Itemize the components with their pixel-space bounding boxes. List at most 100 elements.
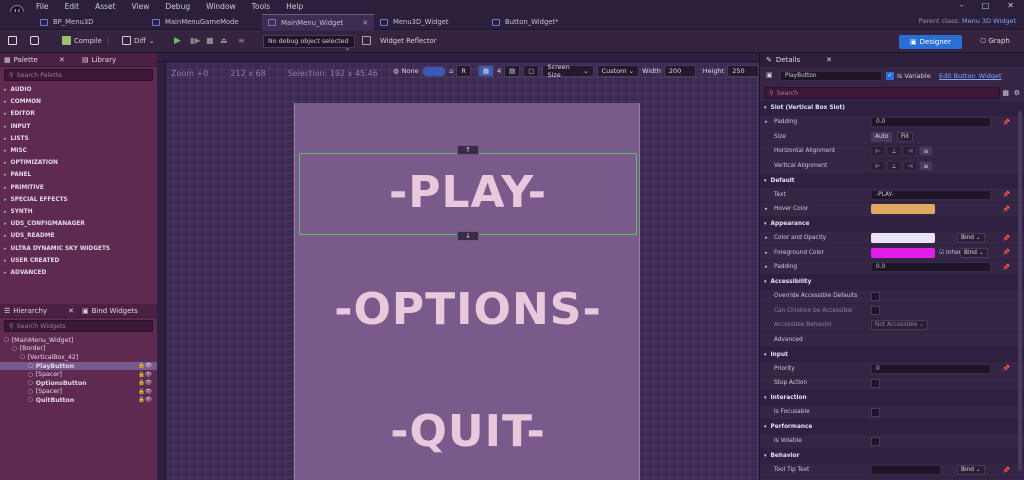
palette-category[interactable]: ▸ MISC — [0, 145, 157, 157]
compile-button[interactable]: Compile ⋮ — [62, 36, 112, 45]
hierarchy-item[interactable]: ▢ [MainMenu_Widget] — [0, 336, 157, 345]
property-value-input[interactable]: 0.0 — [871, 262, 991, 273]
menu-item-tools[interactable]: Tools — [252, 2, 270, 11]
details-section[interactable]: ▾ Input — [760, 347, 1024, 362]
expand-arrow-icon[interactable]: ▸ — [765, 206, 768, 212]
palette-category[interactable]: ▸ SYNTH — [0, 206, 157, 218]
align-left-icon[interactable]: ⊢ — [871, 146, 885, 157]
align-fill-icon[interactable]: ≡ — [919, 160, 933, 171]
property-value-input[interactable] — [871, 465, 941, 476]
play-icon[interactable]: ▶ — [174, 36, 181, 46]
visibility-eye-icon[interactable]: 🔒👁 — [138, 372, 152, 378]
details-section[interactable]: ▾ Slot (Vertical Box Slot) — [760, 101, 1024, 116]
palette-close-icon[interactable]: ✕ — [59, 56, 65, 64]
diff-button[interactable]: Diff ⌄ — [122, 36, 155, 45]
palette-category[interactable]: ▸ SPECIAL EFFECTS — [0, 194, 157, 206]
property-checkbox[interactable] — [871, 378, 880, 388]
close-tab-icon[interactable]: ✕ — [362, 19, 368, 27]
property-dropdown[interactable]: Not Accessible ⌄ — [871, 320, 929, 331]
maximize-icon[interactable]: □ — [982, 1, 990, 10]
details-section[interactable]: ▾ Accessibility — [760, 275, 1024, 290]
expand-arrow-icon[interactable]: ▸ — [765, 235, 768, 241]
table-view-icon[interactable]: ▦ — [1002, 89, 1009, 97]
widget-reflector-button[interactable]: Widget Reflector — [362, 36, 437, 45]
palette-category[interactable]: ▸ UDS_README — [0, 230, 157, 242]
asset-tab[interactable]: Button_Widget* — [486, 14, 565, 30]
hierarchy-close-icon[interactable]: ✕ — [68, 307, 74, 315]
align-center-icon[interactable]: ⊥ — [887, 146, 901, 157]
align-right-icon[interactable]: ⊣ — [903, 160, 917, 171]
palette-category[interactable]: ▸ EDITOR — [0, 108, 157, 120]
property-value-input[interactable]: -PLAY- — [871, 189, 991, 200]
expand-arrow-icon[interactable]: ▸ — [765, 264, 768, 270]
asset-tab[interactable]: Menu3D_Widget — [374, 14, 455, 30]
step-icon[interactable]: ▮▶ — [190, 36, 201, 45]
grid-icon[interactable]: ▦ — [477, 65, 494, 77]
palette-category[interactable]: ▸ INPUT — [0, 121, 157, 133]
pin-icon[interactable]: 📌 — [1003, 365, 1010, 372]
bind-dropdown[interactable]: Bind ⌄ — [957, 465, 985, 476]
grid-count[interactable]: 4 — [497, 67, 501, 75]
visibility-eye-icon[interactable]: 🔒👁 — [138, 363, 152, 369]
pin-icon[interactable]: 📌 — [1003, 119, 1010, 126]
align-fill-icon[interactable]: ≡ — [919, 146, 933, 157]
menu-item-file[interactable]: File — [36, 2, 49, 11]
pin-icon[interactable]: 📌 — [1003, 467, 1010, 474]
graph-button[interactable]: ⎔ Graph — [980, 37, 1010, 45]
property-checkbox[interactable] — [871, 306, 880, 316]
options-button[interactable]: -OPTIONS- — [295, 284, 641, 335]
asset-tab[interactable]: MainMenu_Widget ✕ — [262, 14, 375, 30]
menu-item-debug[interactable]: Debug — [165, 2, 190, 11]
widget-preview[interactable]: ↑ ↓ -PLAY- -OPTIONS- -QUIT- — [294, 103, 640, 480]
visibility-eye-icon[interactable]: 🔒👁 — [138, 397, 152, 403]
r-button[interactable]: R — [456, 65, 471, 77]
toggle-switch[interactable] — [421, 65, 447, 77]
details-section[interactable]: ▾ Behavior — [760, 449, 1024, 464]
palette-search-input[interactable]: ⚲ Search Palette — [4, 69, 153, 81]
hierarchy-item[interactable]: ▢ OptionsButton 🔒👁 — [0, 379, 157, 388]
lock-icon[interactable]: ⌂ — [449, 67, 453, 75]
size-fill-button[interactable]: Fill — [897, 131, 913, 142]
bind-dropdown[interactable]: Bind ⌄ — [957, 233, 985, 244]
visibility-eye-icon[interactable]: 🔒👁 — [138, 380, 152, 386]
palette-category[interactable]: ▸ AUDIO — [0, 84, 157, 96]
hierarchy-item[interactable]: ▢ PlayButton 🔒👁 — [0, 361, 157, 371]
hierarchy-item[interactable]: ▢ [VerticalBox_42] — [0, 353, 157, 362]
menu-item-view[interactable]: View — [132, 2, 150, 11]
hierarchy-item[interactable]: ▢ [Border] — [0, 345, 157, 354]
hierarchy-item[interactable]: ▢ [Spacer] 🔒👁 — [0, 370, 157, 379]
close-icon[interactable]: ✕ — [1007, 1, 1014, 10]
expand-arrow-icon[interactable]: ▸ — [765, 119, 768, 125]
palette-category[interactable]: ▸ UDS_CONFIGMANAGER — [0, 218, 157, 230]
designer-canvas[interactable]: Zoom +0 212 x 68 Selection: 192 x 45.46 … — [157, 53, 759, 480]
minimize-icon[interactable]: – — [960, 1, 964, 10]
menu-item-edit[interactable]: Edit — [65, 2, 80, 11]
play-button[interactable]: -PLAY- — [295, 167, 641, 218]
palette-category[interactable]: ▸ USER CREATED — [0, 255, 157, 267]
menu-item-help[interactable]: Help — [286, 2, 303, 11]
move-down-handle[interactable]: ↓ — [457, 231, 479, 241]
menu-item-window[interactable]: Window — [206, 2, 236, 11]
edit-button-widget-link[interactable]: Edit Button_Widget — [939, 72, 1002, 80]
details-tab-label[interactable]: Details — [776, 56, 800, 64]
align-center-icon[interactable]: ⊥ — [887, 160, 901, 171]
none-label[interactable]: None — [402, 67, 419, 75]
visibility-eye-icon[interactable]: 🔒👁 — [138, 389, 152, 395]
palette-category[interactable]: ▸ ADVANCED — [0, 267, 157, 279]
eject-icon[interactable]: ⏏ — [220, 36, 228, 45]
palette-category[interactable]: ▸ LISTS — [0, 133, 157, 145]
custom-select[interactable]: Custom ⌄ — [596, 65, 639, 77]
width-input[interactable]: 200 — [663, 65, 696, 77]
property-checkbox[interactable] — [871, 436, 880, 446]
details-section[interactable]: ▾ Appearance — [760, 217, 1024, 232]
screen-size-select[interactable]: Screen Size ⌄ — [542, 63, 594, 79]
size-auto-button[interactable]: Auto — [871, 131, 893, 142]
hierarchy-tab[interactable]: ☰ Hierarchy ✕ — [4, 307, 74, 315]
color-swatch[interactable] — [871, 233, 935, 244]
color-swatch[interactable] — [871, 247, 935, 258]
details-section[interactable]: ▾ Interaction — [760, 391, 1024, 406]
property-value-input[interactable]: 0.0 — [871, 117, 991, 128]
property-value-input[interactable]: 0 — [871, 363, 991, 374]
align-right-icon[interactable]: ⊣ — [903, 146, 917, 157]
library-tab[interactable]: ▤ Library — [82, 56, 116, 64]
